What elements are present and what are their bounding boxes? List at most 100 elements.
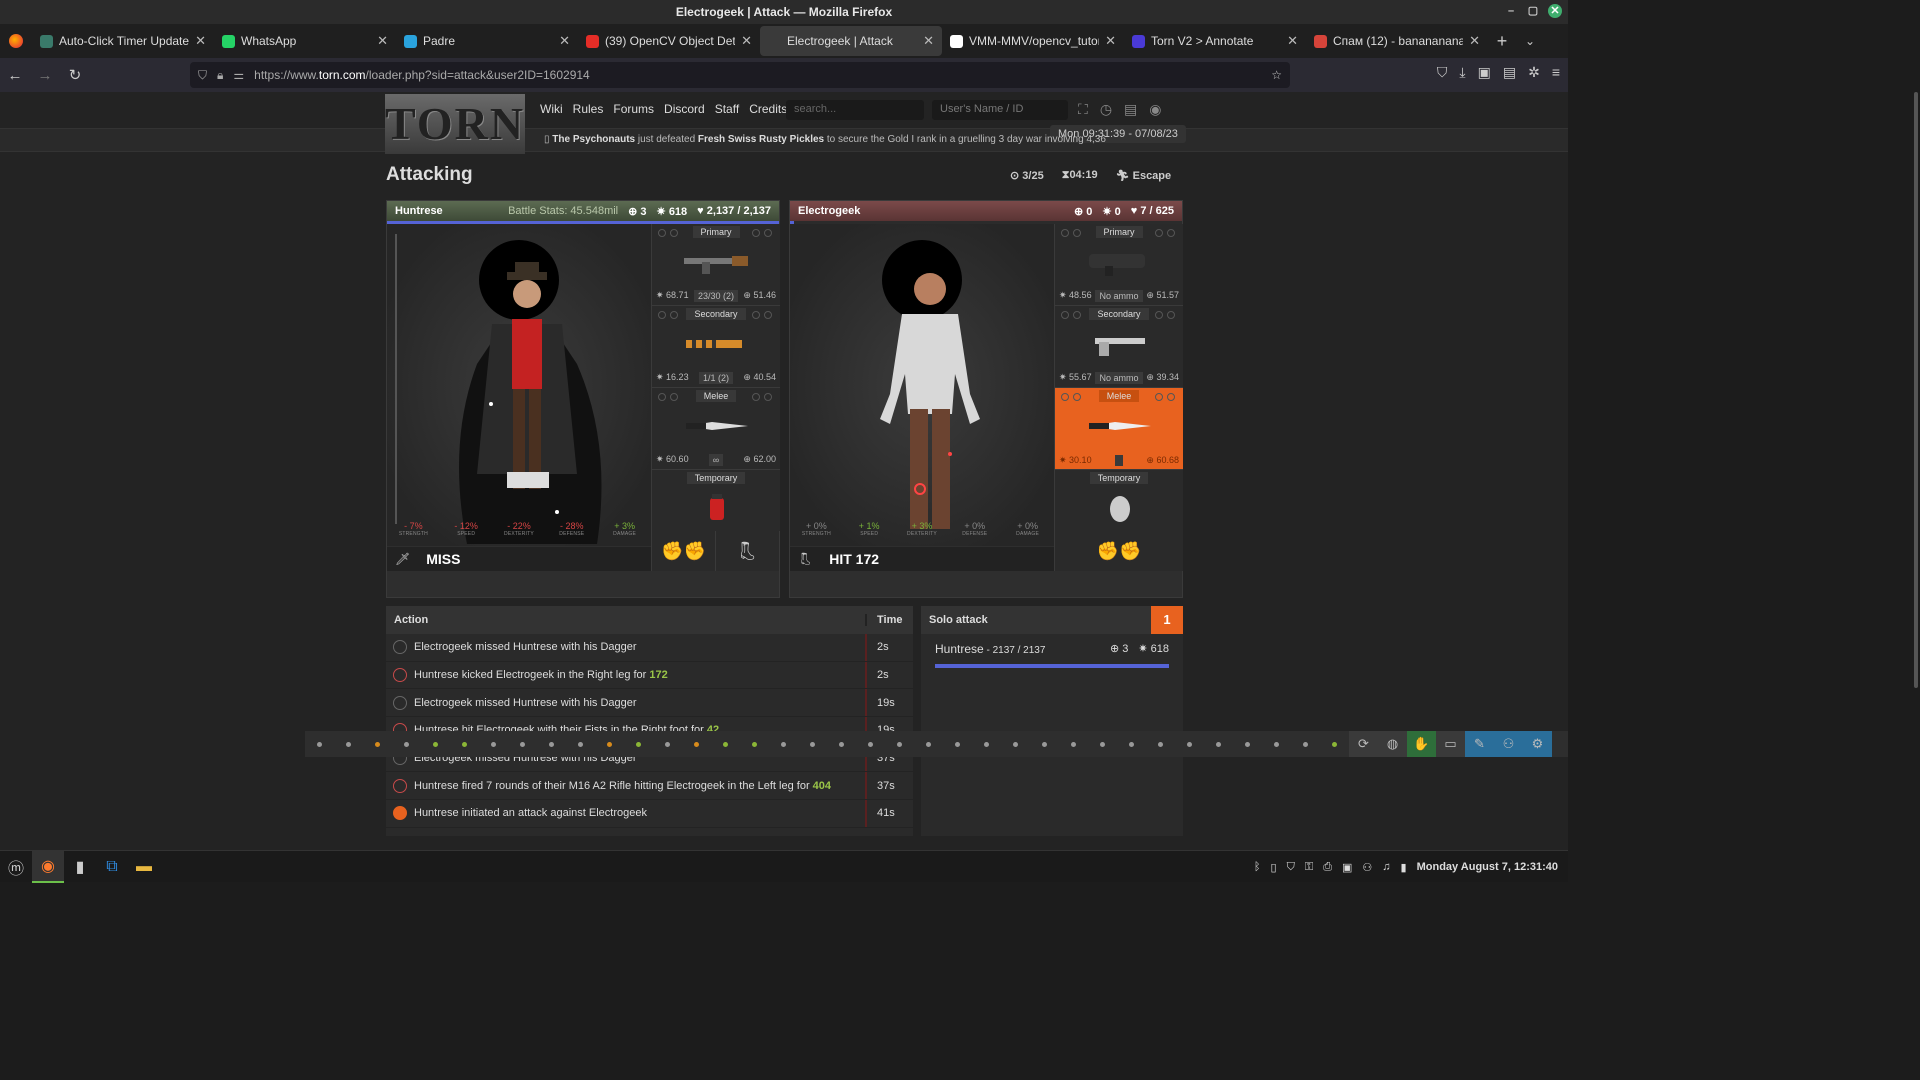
update-icon[interactable]: ▣ — [1342, 861, 1352, 874]
refresh-icon[interactable]: ⟳ — [1349, 731, 1378, 757]
chat-channel-icon[interactable] — [1233, 731, 1262, 757]
chat-channel-icon[interactable] — [334, 731, 363, 757]
chat-channel-icon[interactable] — [1030, 731, 1059, 757]
browser-tab[interactable]: WhatsApp ✕ — [214, 26, 396, 56]
weapon-slot-melee[interactable]: Melee ✷ 30.10 ⊕ 60.68 — [1054, 388, 1183, 470]
user-search-input[interactable]: User's Name / ID — [932, 100, 1068, 120]
opponent-model[interactable] — [790, 224, 1054, 546]
list-tabs-icon[interactable]: ⌄ — [1516, 34, 1544, 48]
pen-icon[interactable]: ✎ — [1465, 731, 1494, 757]
chat-channel-icon[interactable] — [711, 731, 740, 757]
chat-channel-icon[interactable] — [1088, 731, 1117, 757]
chat-channel-icon[interactable] — [537, 731, 566, 757]
shield-icon[interactable]: ⛉ — [198, 68, 207, 83]
torn-logo[interactable]: TORN — [385, 94, 525, 154]
chat-channel-icon[interactable] — [1146, 731, 1175, 757]
pocket-icon[interactable]: ⛉ — [1437, 64, 1448, 81]
close-tab-icon[interactable]: ✕ — [741, 33, 752, 49]
news-ticker[interactable]: ▯ The Psychonauts just defeated Fresh Sw… — [544, 134, 1106, 145]
chat-channel-icon[interactable] — [856, 731, 885, 757]
weapon-slot-secondary[interactable]: Secondary ✷ 16.23 1/1 (2) ⊕ 40.54 — [651, 306, 780, 388]
nav-link-wiki[interactable]: Wiki — [540, 102, 563, 116]
chat-channel-icon[interactable] — [421, 731, 450, 757]
printer-icon[interactable]: ⎙ — [1323, 861, 1332, 874]
settings-gear-icon[interactable]: ⚙ — [1523, 731, 1552, 757]
vscode-task-icon[interactable]: ⧉ — [96, 851, 128, 883]
chat-channel-icon[interactable] — [885, 731, 914, 757]
chat-channel-icon[interactable] — [682, 731, 711, 757]
chat-channel-icon[interactable] — [479, 731, 508, 757]
bluetooth-icon[interactable]: ᛒ — [1254, 861, 1261, 873]
nav-link-rules[interactable]: Rules — [573, 102, 604, 116]
chat-channel-icon[interactable] — [1059, 731, 1088, 757]
chat-channel-icon[interactable] — [508, 731, 537, 757]
close-tab-icon[interactable]: ✕ — [923, 33, 934, 49]
kick-icon[interactable]: 👢︎ — [716, 531, 780, 571]
nav-link-credits[interactable]: Credits — [749, 102, 787, 116]
globe-icon[interactable]: ◍ — [1378, 731, 1407, 757]
binoculars-icon[interactable]: ⛶ — [1078, 101, 1088, 118]
files-task-icon[interactable]: ▬ — [128, 851, 160, 883]
chat-channel-icon[interactable] — [1204, 731, 1233, 757]
close-tab-icon[interactable]: ✕ — [377, 33, 388, 49]
nav-link-discord[interactable]: Discord — [664, 102, 705, 116]
chat-channel-icon[interactable] — [769, 731, 798, 757]
browser-tab[interactable]: Спам (12) - banananananaa6 ✕ — [1306, 26, 1488, 56]
weapon-slot-secondary[interactable]: Secondary ✷ 55.67 No ammo ⊕ 39.34 — [1054, 306, 1183, 388]
url-bar[interactable]: ⛉ 🔒︎ ⚌ https://www.torn.com/loader.php?s… — [190, 62, 1290, 88]
chat-channel-icon[interactable] — [624, 731, 653, 757]
search-input[interactable]: search... — [786, 100, 924, 120]
chat-channel-icon[interactable] — [798, 731, 827, 757]
chat-channel-icon[interactable] — [1291, 731, 1320, 757]
fists-icon[interactable]: ✊✊ — [652, 531, 716, 571]
faction-icon[interactable]: ✋ — [1407, 731, 1436, 757]
browser-tab[interactable]: Electrogeek | Attack ✕ — [760, 26, 942, 56]
permissions-icon[interactable]: ⚌ — [233, 68, 244, 82]
browser-tab[interactable]: Auto-Click Timer Update ✕ — [32, 26, 214, 56]
close-tab-icon[interactable]: ✕ — [1287, 33, 1298, 49]
briefcase-icon[interactable]: ▭ — [1436, 731, 1465, 757]
chat-channel-icon[interactable] — [972, 731, 1001, 757]
taskbar-clock[interactable]: Monday August 7, 12:31:40 — [1417, 861, 1558, 873]
nav-link-staff[interactable]: Staff — [715, 102, 739, 116]
firefox-menu-icon[interactable] — [0, 24, 32, 58]
maximize-button[interactable]: ▢ — [1526, 4, 1540, 18]
mint-menu-icon[interactable]: ⓜ — [0, 851, 32, 883]
extension-icon-2[interactable]: ▤ — [1503, 64, 1516, 81]
sound-icon[interactable]: ♫ — [1382, 861, 1390, 873]
browser-tab[interactable]: Padre ✕ — [396, 26, 578, 56]
browser-tab[interactable]: (39) OpenCV Object Detect ✕ — [578, 26, 760, 56]
notepad-icon[interactable]: ▤ — [1124, 101, 1137, 118]
weapon-slot-melee[interactable]: Melee ✷ 60.60 ∞ ⊕ 62.00 — [651, 388, 780, 470]
back-button[interactable]: ← — [0, 67, 30, 84]
forward-button[interactable]: → — [30, 67, 60, 84]
shield-icon[interactable]: ⛉ — [1287, 861, 1295, 874]
weapon-slot-primary[interactable]: Primary ✷ 68.71 23/30 (2) ⊕ 51.46 — [651, 224, 780, 306]
power-icon[interactable]: ▮ — [1401, 861, 1407, 874]
chat-channel-icon[interactable] — [1117, 731, 1146, 757]
extension-icon[interactable]: ▣ — [1478, 64, 1491, 81]
bookmark-star-icon[interactable]: ☆ — [1271, 68, 1282, 82]
vpn-icon[interactable]: ⚿ — [1305, 861, 1313, 874]
nav-link-forums[interactable]: Forums — [613, 102, 654, 116]
extensions-icon[interactable]: ✲ — [1528, 64, 1540, 81]
avatar[interactable]: ◉ — [1149, 101, 1161, 118]
close-tab-icon[interactable]: ✕ — [1469, 33, 1480, 49]
lock-icon[interactable]: 🔒︎ — [217, 68, 223, 83]
network-icon[interactable]: ⚇ — [1362, 861, 1372, 874]
escape-button[interactable]: 🏃︎ Escape — [1116, 169, 1172, 182]
page-scrollbar[interactable] — [1914, 92, 1918, 688]
minimize-button[interactable]: – — [1504, 4, 1518, 18]
chat-channel-icon[interactable] — [827, 731, 856, 757]
chat-channel-icon[interactable] — [1175, 731, 1204, 757]
browser-tab[interactable]: VMM-MMV/opencv_tutorial ✕ — [942, 26, 1124, 56]
chat-channel-icon[interactable] — [1001, 731, 1030, 757]
clipboard-icon[interactable]: ▯ — [1271, 861, 1277, 874]
chat-channel-icon[interactable] — [450, 731, 479, 757]
chat-channel-icon[interactable] — [392, 731, 421, 757]
chat-channel-icon[interactable] — [1262, 731, 1291, 757]
chat-channel-icon[interactable] — [595, 731, 624, 757]
firefox-task-icon[interactable]: ◉ — [32, 850, 64, 883]
app-menu-icon[interactable]: ≡ — [1552, 64, 1560, 81]
chat-channel-icon[interactable] — [914, 731, 943, 757]
